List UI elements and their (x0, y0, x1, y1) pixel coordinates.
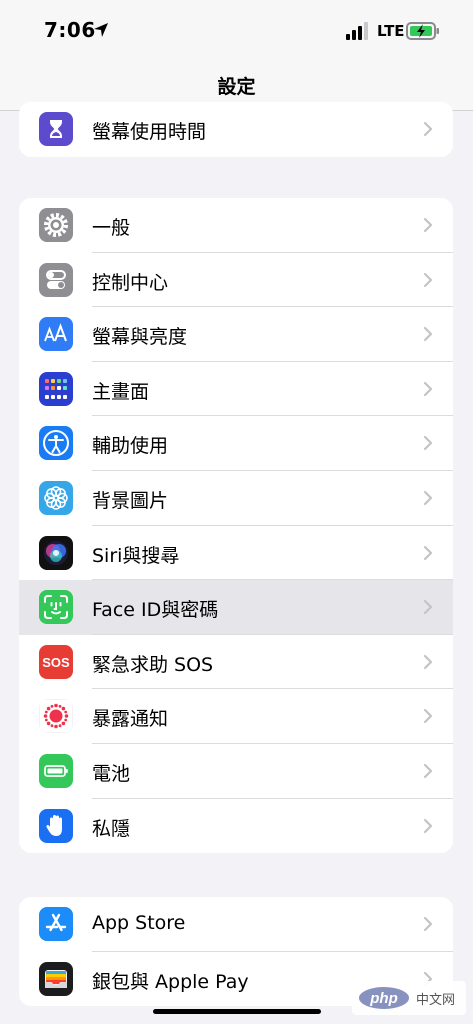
settings-row-accessibility[interactable]: 輔助使用 (19, 416, 453, 471)
settings-row-label: 控制中心 (92, 271, 169, 294)
settings-row-home-screen[interactable]: 主畫面 (19, 362, 453, 417)
status-time: 7:06 (44, 18, 96, 42)
chevron-right-icon (423, 272, 433, 287)
chevron-right-icon (423, 327, 433, 342)
chevron-right-icon (423, 381, 433, 396)
settings-row-label: 一般 (92, 217, 131, 239)
settings-row-emergency-sos[interactable]: SOS 緊急求助 SOS (19, 635, 453, 690)
face-id-icon (39, 590, 73, 625)
settings-row-exposure-notifications[interactable]: 暴露通知 (19, 689, 453, 744)
settings-row-label: Siri與搜尋 (92, 544, 180, 567)
chevron-right-icon (423, 916, 433, 932)
sos-icon: SOS (39, 644, 73, 679)
php-logo-icon: php (359, 987, 409, 1009)
home-grid-icon (39, 371, 73, 406)
settings-row-wallpaper[interactable]: 背景圖片 (19, 471, 453, 526)
settings-group-general: 一般 控制中心 螢幕與亮度 主畫面 輔助使用 背景圖片 Siri與搜尋 Face… (19, 198, 453, 854)
watermark: php 中文网 (352, 981, 466, 1015)
settings-row-label: 輔助使用 (92, 435, 169, 458)
home-indicator[interactable] (153, 1009, 321, 1014)
exposure-icon (39, 699, 73, 734)
settings-row-privacy[interactable]: 私隱 (19, 799, 453, 854)
wallet-icon (39, 961, 73, 996)
hourglass-icon (39, 112, 73, 146)
toggles-icon (39, 262, 73, 297)
flower-icon (39, 480, 73, 515)
chevron-right-icon (423, 763, 433, 779)
app-store-icon (39, 907, 73, 941)
settings-row-label: 主畫面 (92, 380, 150, 403)
settings-row-label: Face ID與密碼 (92, 599, 219, 622)
settings-row-control-center[interactable]: 控制中心 (19, 253, 453, 308)
siri-icon (39, 535, 73, 570)
cellular-signal-icon (346, 22, 368, 40)
battery-charging-icon (406, 22, 439, 40)
settings-row-label: 背景圖片 (92, 489, 169, 512)
settings-row-label: 緊急求助 SOS (92, 653, 214, 676)
settings-row-label: App Store (92, 912, 186, 934)
settings-row-face-id[interactable]: Face ID與密碼 (19, 580, 453, 635)
chevron-right-icon (423, 545, 433, 560)
page-title: 設定 (217, 76, 256, 98)
gear-icon (39, 208, 73, 242)
settings-row-label: 螢幕與亮度 (92, 326, 188, 349)
settings-row-battery[interactable]: 電池 (19, 744, 453, 799)
text-size-icon (39, 317, 73, 352)
settings-row-label: 私隱 (92, 817, 131, 840)
php-logo-text: php (369, 990, 398, 1007)
chevron-right-icon (423, 654, 433, 669)
settings-row-label: 暴露通知 (92, 708, 169, 731)
hand-icon (39, 808, 73, 843)
chevron-right-icon (423, 818, 433, 833)
settings-row-display[interactable]: 螢幕與亮度 (19, 307, 453, 362)
sos-badge-text: SOS (42, 655, 70, 670)
chevron-right-icon (423, 600, 433, 615)
watermark-text: 中文网 (416, 993, 456, 1008)
settings-row-siri[interactable]: Siri與搜尋 (19, 526, 453, 581)
chevron-right-icon (423, 217, 433, 233)
chevron-right-icon (423, 709, 433, 724)
chevron-right-icon (423, 490, 433, 506)
battery-icon (39, 753, 73, 788)
location-arrow-icon (94, 23, 108, 37)
accessibility-icon (39, 426, 73, 461)
chevron-right-icon (423, 436, 433, 451)
settings-row-app-store[interactable]: App Store (19, 897, 453, 952)
settings-row-label: 銀包與 Apple Pay (92, 970, 249, 993)
settings-group-screen-time: 螢幕使用時間 (19, 102, 453, 157)
network-type: LTE (377, 22, 405, 40)
status-bar: 7:06 LTE (0, 0, 473, 62)
chevron-right-icon (423, 121, 433, 137)
settings-row-label: 電池 (92, 762, 131, 785)
settings-row-screen-time[interactable]: 螢幕使用時間 (19, 102, 453, 157)
settings-row-label: 螢幕使用時間 (92, 121, 207, 143)
settings-row-general[interactable]: 一般 (19, 198, 453, 253)
